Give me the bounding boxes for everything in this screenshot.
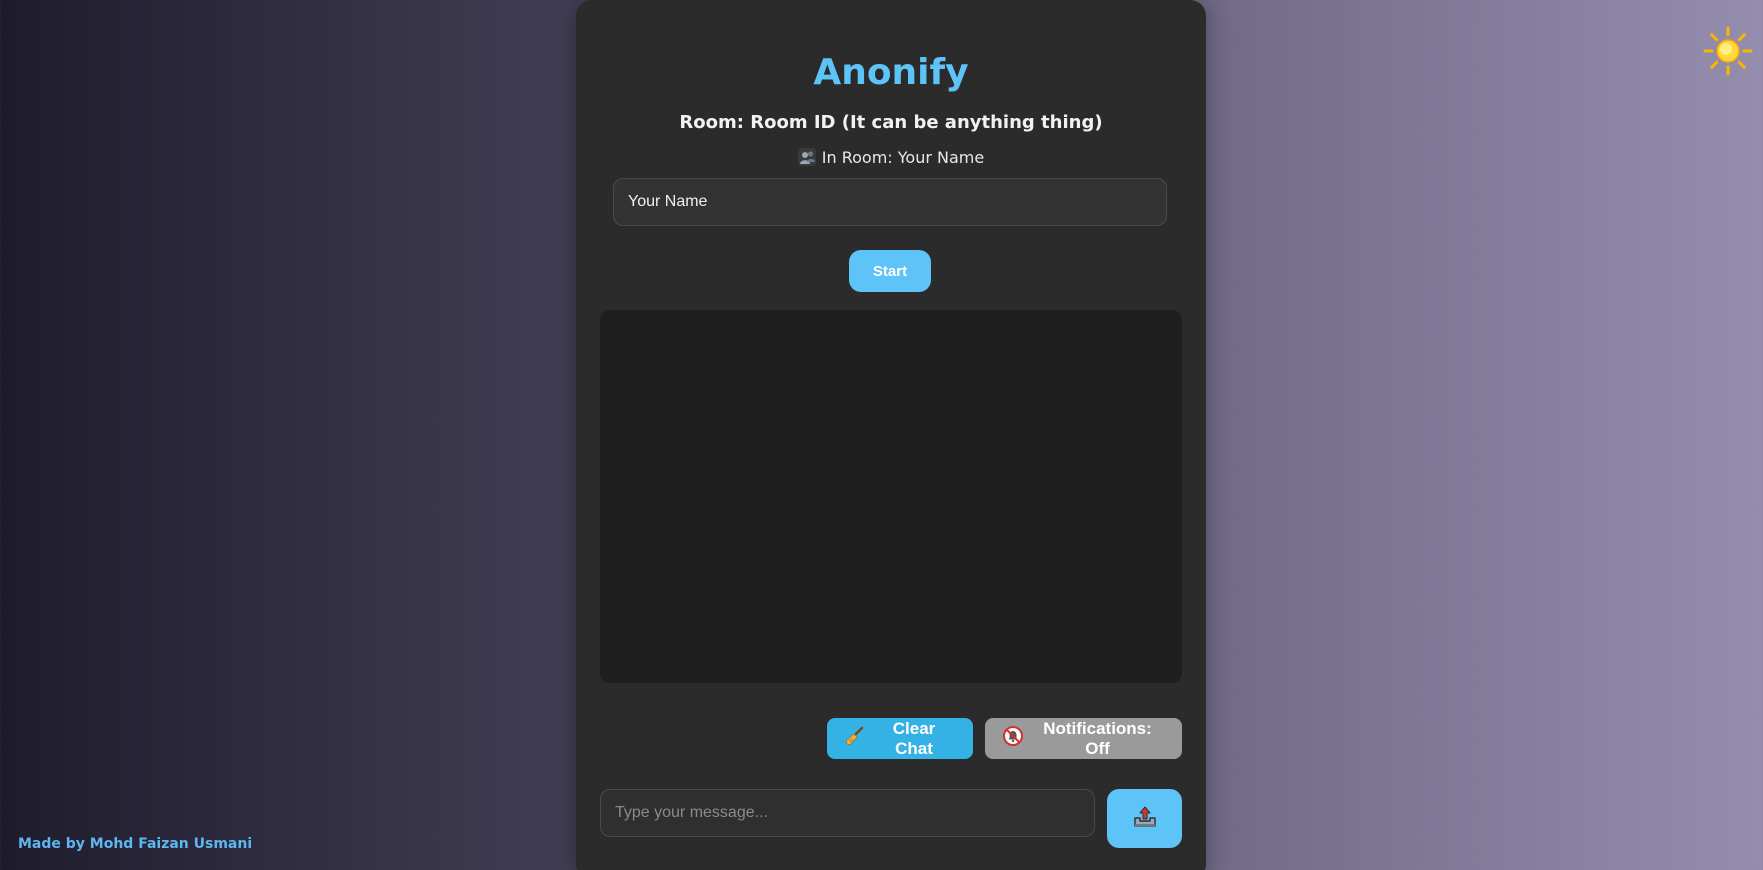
notifications-toggle-button[interactable]: Notifications: Off (985, 718, 1182, 759)
name-input[interactable] (613, 178, 1167, 226)
users-icon (797, 148, 816, 170)
notifications-label: Notifications: Off (1043, 718, 1152, 758)
theme-toggle-button[interactable] (1703, 26, 1753, 76)
outbox-tray-icon (1132, 804, 1158, 833)
chat-messages-area (600, 310, 1182, 683)
in-room-status: In Room: Your Name (576, 148, 1206, 170)
room-label: Room: Room ID (It can be anything thing) (679, 112, 1103, 133)
chat-actions: Clear Chat Notifications: Off (827, 718, 1182, 759)
start-button[interactable]: Start (849, 250, 931, 292)
sun-icon (1703, 26, 1753, 76)
clear-chat-button[interactable]: Clear Chat (827, 718, 973, 759)
in-room-text: In Room: Your Name (821, 148, 985, 167)
footer-credit: Made by Mohd Faizan Usmani (18, 836, 253, 852)
bell-off-icon (1003, 726, 1023, 751)
app-title: Anonify (813, 52, 969, 93)
send-button[interactable] (1107, 789, 1182, 848)
clear-chat-label: Clear Chat (892, 718, 936, 758)
broom-icon (845, 726, 865, 751)
message-input[interactable] (600, 789, 1095, 837)
chat-card: Anonify Room: Room ID (It can be anythin… (576, 0, 1206, 870)
